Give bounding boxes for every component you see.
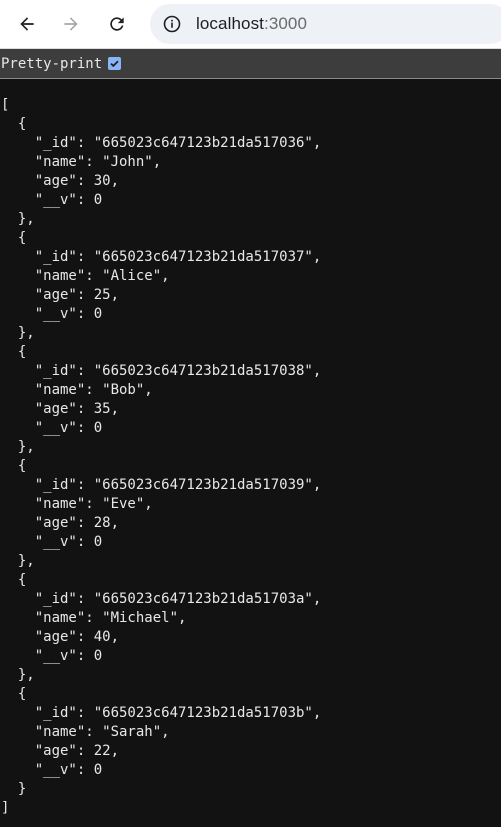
json-field: "age": 40, bbox=[1, 629, 120, 645]
forward-button[interactable] bbox=[55, 8, 87, 40]
json-field: "__v": 0 bbox=[1, 534, 103, 550]
json-field: "name": "Sarah", bbox=[1, 724, 170, 740]
reload-button[interactable] bbox=[101, 8, 133, 40]
info-icon bbox=[163, 15, 181, 33]
url-text: localhost:3000 bbox=[196, 14, 307, 34]
json-close-bracket: ] bbox=[1, 800, 10, 816]
json-field: "__v": 0 bbox=[1, 648, 103, 664]
json-field: "_id": "665023c647123b21da517036", bbox=[1, 135, 322, 151]
arrow-left-icon bbox=[20, 17, 34, 31]
url-host: localhost bbox=[196, 14, 264, 33]
pretty-print-checkbox[interactable] bbox=[108, 57, 122, 70]
json-object-open: { bbox=[1, 230, 27, 246]
address-bar[interactable]: localhost:3000 bbox=[150, 4, 501, 44]
json-object-open: { bbox=[1, 116, 27, 132]
json-object-close: }, bbox=[1, 553, 35, 569]
pretty-print-label: Pretty-print bbox=[1, 55, 103, 72]
arrow-right-icon bbox=[64, 17, 78, 31]
json-object-close: }, bbox=[1, 211, 35, 227]
json-field: "_id": "665023c647123b21da517039", bbox=[1, 477, 322, 493]
json-object-close: }, bbox=[1, 667, 35, 683]
site-info-button[interactable] bbox=[158, 10, 186, 38]
json-object-open: { bbox=[1, 344, 27, 360]
json-object-close: }, bbox=[1, 325, 35, 341]
json-field: "name": "John", bbox=[1, 154, 162, 170]
json-open-bracket: [ bbox=[1, 97, 10, 113]
json-field: "__v": 0 bbox=[1, 762, 103, 778]
json-field: "__v": 0 bbox=[1, 306, 103, 322]
json-field: "age": 22, bbox=[1, 743, 120, 759]
json-output: [ { "_id": "665023c647123b21da517036", "… bbox=[0, 79, 501, 818]
json-field: "__v": 0 bbox=[1, 420, 103, 436]
json-field: "age": 30, bbox=[1, 173, 120, 189]
url-port: :3000 bbox=[264, 14, 308, 33]
json-field: "name": "Alice", bbox=[1, 268, 170, 284]
json-field: "__v": 0 bbox=[1, 192, 103, 208]
json-field: "_id": "665023c647123b21da517037", bbox=[1, 249, 322, 265]
json-object-open: { bbox=[1, 572, 27, 588]
back-button[interactable] bbox=[11, 8, 43, 40]
json-field: "name": "Michael", bbox=[1, 610, 187, 626]
json-field: "age": 28, bbox=[1, 515, 120, 531]
json-field: "_id": "665023c647123b21da51703a", bbox=[1, 591, 322, 607]
json-field: "_id": "665023c647123b21da517038", bbox=[1, 363, 322, 379]
browser-toolbar: localhost:3000 bbox=[0, 0, 501, 49]
json-object-close: }, bbox=[1, 439, 35, 455]
json-object-open: { bbox=[1, 458, 27, 474]
json-field: "_id": "665023c647123b21da51703b", bbox=[1, 705, 322, 721]
checkmark-icon bbox=[110, 60, 119, 68]
json-field: "age": 25, bbox=[1, 287, 120, 303]
reload-icon bbox=[110, 17, 124, 31]
json-object-close: } bbox=[1, 781, 27, 797]
json-field: "age": 35, bbox=[1, 401, 120, 417]
json-field: "name": "Eve", bbox=[1, 496, 153, 512]
pretty-print-bar: Pretty-print bbox=[0, 49, 501, 79]
json-object-open: { bbox=[1, 686, 27, 702]
json-field: "name": "Bob", bbox=[1, 382, 153, 398]
